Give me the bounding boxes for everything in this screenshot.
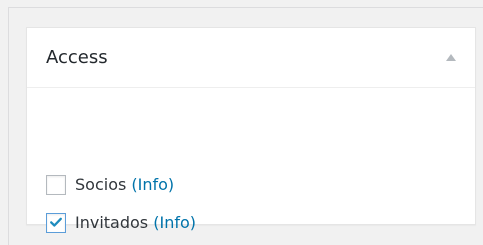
socios-label-text: Socios: [75, 175, 127, 194]
triangle-up-icon[interactable]: [446, 54, 456, 61]
socios-info-link[interactable]: (Info): [131, 175, 174, 194]
socios-label[interactable]: Socios (Info): [75, 175, 174, 195]
access-metabox: Access Socios (Info) Invitados (Info): [26, 27, 476, 233]
invitados-info-link[interactable]: (Info): [153, 213, 196, 232]
socios-checkbox[interactable]: [46, 175, 66, 195]
checkmark-icon: [50, 217, 62, 227]
metabox-header[interactable]: Access: [27, 28, 475, 88]
invitados-label[interactable]: Invitados (Info): [75, 213, 196, 233]
invitados-label-text: Invitados: [75, 213, 149, 232]
metabox-title: Access: [46, 47, 108, 68]
access-option-socios: Socios (Info): [46, 173, 174, 197]
invitados-checkbox[interactable]: [46, 213, 66, 233]
access-option-invitados: Invitados (Info): [46, 211, 196, 235]
